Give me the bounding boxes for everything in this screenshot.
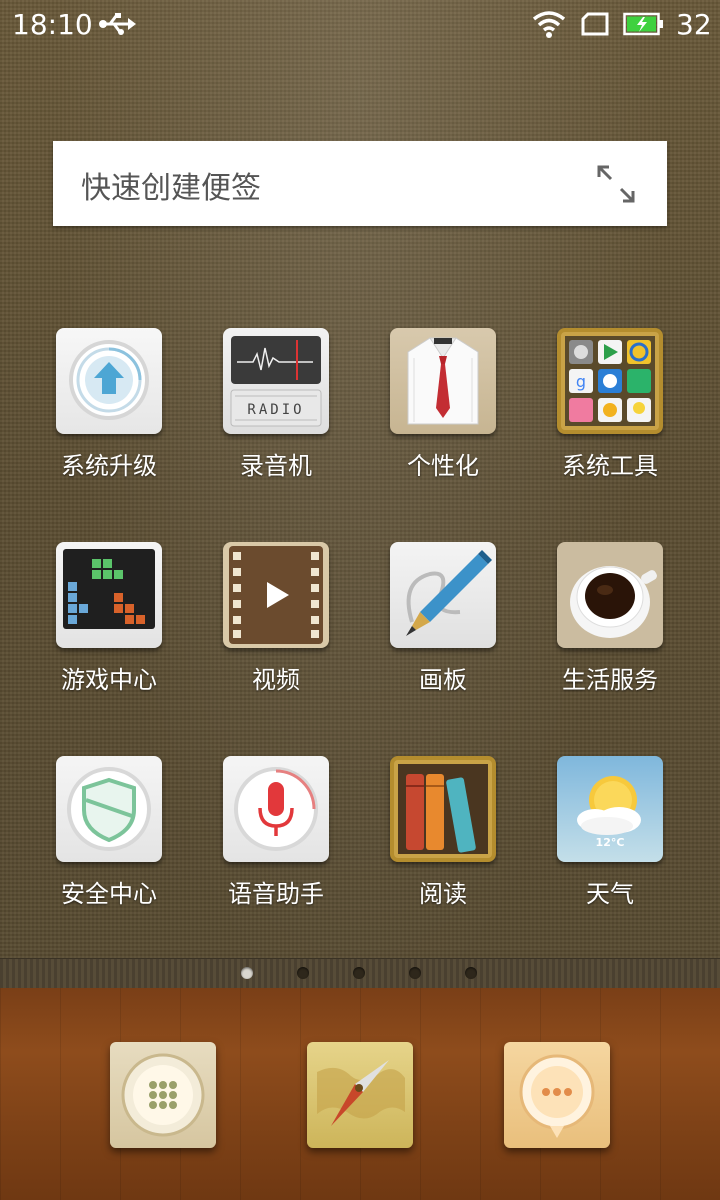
app-system-tools[interactable]: g 系统工具 <box>541 328 681 508</box>
wifi-icon <box>532 11 566 38</box>
pen-icon <box>390 542 496 648</box>
home-screen: 18:10 32 快速创建便签 系统升级 RADIO 录音机 个性化 g 系统工… <box>0 0 720 1200</box>
app-weather[interactable]: 12°C 天气 <box>541 756 681 936</box>
status-time: 18:10 <box>12 8 93 41</box>
app-label: 系统升级 <box>61 452 157 480</box>
quick-note-text: 快速创建便签 <box>81 171 261 206</box>
weather-icon: 12°C <box>557 756 663 862</box>
message-bubble-icon[interactable] <box>504 1042 610 1148</box>
app-video[interactable]: 视频 <box>207 542 347 722</box>
tools-folder-icon: g <box>557 328 663 434</box>
system-update-icon <box>56 328 162 434</box>
expand-icon[interactable] <box>595 163 637 205</box>
app-label: 个性化 <box>407 452 479 480</box>
battery-level: 32 <box>676 8 712 41</box>
weather-temperature: 12°C <box>596 836 625 849</box>
status-bar: 18:10 32 <box>0 0 720 50</box>
radio-recorder-icon: RADIO <box>223 328 329 434</box>
app-label: 天气 <box>586 880 634 908</box>
app-recorder[interactable]: RADIO 录音机 <box>207 328 347 508</box>
app-label: 语音助手 <box>228 880 324 908</box>
quick-note-widget[interactable]: 快速创建便签 <box>53 141 667 226</box>
app-drawing-board[interactable]: 画板 <box>374 542 514 722</box>
compass-map-icon[interactable] <box>307 1042 413 1148</box>
page-dot-3[interactable] <box>353 967 365 979</box>
app-game-center[interactable]: 游戏中心 <box>40 542 180 722</box>
app-label: 游戏中心 <box>61 666 157 694</box>
app-life-service[interactable]: 生活服务 <box>541 542 681 722</box>
app-label: 阅读 <box>419 880 467 908</box>
page-dot-5[interactable] <box>465 967 477 979</box>
radio-text: RADIO <box>247 402 304 418</box>
app-voice-assistant[interactable]: 语音助手 <box>207 756 347 936</box>
game-center-icon <box>56 542 162 648</box>
battery-icon <box>623 12 663 36</box>
coffee-cup-icon <box>557 542 663 648</box>
app-label: 画板 <box>419 666 467 694</box>
phone-dialpad-icon[interactable] <box>110 1042 216 1148</box>
video-film-icon <box>223 542 329 648</box>
page-dot-2[interactable] <box>297 967 309 979</box>
app-label: 安全中心 <box>61 880 157 908</box>
page-dot-1[interactable] <box>241 967 253 979</box>
app-label: 系统工具 <box>562 452 658 480</box>
shirt-tie-icon <box>390 328 496 434</box>
sim-icon <box>581 12 609 36</box>
shield-icon <box>56 756 162 862</box>
app-security-center[interactable]: 安全中心 <box>40 756 180 936</box>
app-label: 生活服务 <box>562 666 658 694</box>
microphone-icon <box>223 756 329 862</box>
page-dot-4[interactable] <box>409 967 421 979</box>
app-reading[interactable]: 阅读 <box>374 756 514 936</box>
app-system-update[interactable]: 系统升级 <box>40 328 180 508</box>
usb-icon <box>99 13 136 35</box>
app-personalize[interactable]: 个性化 <box>374 328 514 508</box>
svg-text:g: g <box>576 372 586 391</box>
app-label: 视频 <box>252 666 300 694</box>
app-label: 录音机 <box>240 452 312 480</box>
books-icon <box>390 756 496 862</box>
